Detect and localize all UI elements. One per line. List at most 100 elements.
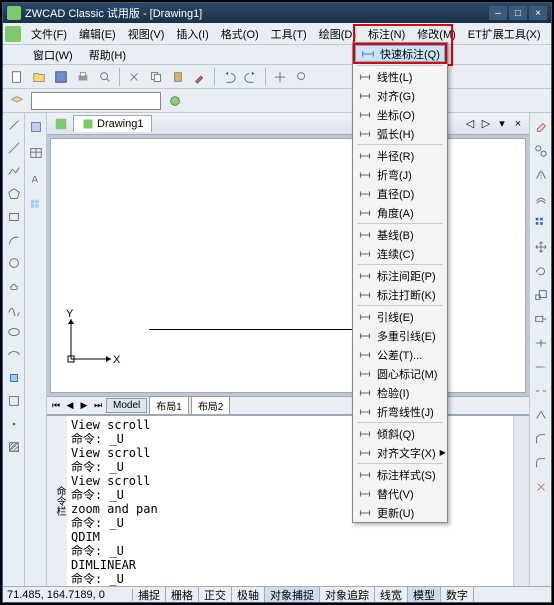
pan-button[interactable] xyxy=(270,67,290,87)
ortho-button[interactable]: 正交 xyxy=(199,587,232,602)
drawing-tab[interactable]: Drawing1 xyxy=(73,115,152,132)
erase-icon[interactable] xyxy=(531,117,551,137)
paste-button[interactable] xyxy=(168,67,188,87)
menu-window[interactable]: 窗口(W) xyxy=(25,45,81,65)
save-button[interactable] xyxy=(51,67,71,87)
extend-icon[interactable] xyxy=(531,357,551,377)
lwt-button[interactable]: 线宽 xyxy=(375,587,408,602)
menu-item[interactable]: 对齐(G) xyxy=(353,86,447,105)
zoom-button[interactable] xyxy=(292,67,312,87)
match-button[interactable] xyxy=(190,67,210,87)
menu-file[interactable]: 文件(F) xyxy=(25,24,73,44)
drawing-canvas[interactable]: X Y xyxy=(50,138,526,393)
menu-item[interactable]: 线性(L) xyxy=(353,67,447,86)
preview-button[interactable] xyxy=(95,67,115,87)
menu-item[interactable]: 直径(D) xyxy=(353,184,447,203)
line-icon[interactable] xyxy=(4,115,24,135)
scale-icon[interactable] xyxy=(531,285,551,305)
pline-icon[interactable] xyxy=(4,161,24,181)
menu-item[interactable]: 基线(B) xyxy=(353,225,447,244)
menu-item[interactable]: 连续(C) xyxy=(353,244,447,263)
chamfer-icon[interactable] xyxy=(531,429,551,449)
arc-icon[interactable] xyxy=(4,230,24,250)
copy-button[interactable] xyxy=(146,67,166,87)
menu-view[interactable]: 视图(V) xyxy=(122,24,171,44)
menu-item[interactable]: 替代(V) xyxy=(353,484,447,503)
snap-button[interactable]: 捕捉 xyxy=(133,587,166,602)
menu-insert[interactable]: 插入(I) xyxy=(170,24,214,44)
layout-tab-1[interactable]: 布局1 xyxy=(149,396,189,415)
menu-item[interactable]: 标注样式(S) xyxy=(353,465,447,484)
menu-tools[interactable]: 工具(T) xyxy=(265,24,313,44)
xline-icon[interactable] xyxy=(4,138,24,158)
explode-icon[interactable] xyxy=(531,477,551,497)
layer-combo[interactable] xyxy=(31,92,161,110)
menu-item[interactable]: 公差(T)... xyxy=(353,345,447,364)
mtext-icon[interactable]: A xyxy=(26,169,46,189)
block-icon[interactable] xyxy=(4,391,24,411)
otrack-button[interactable]: 对象追踪 xyxy=(320,587,375,602)
layer-button[interactable] xyxy=(7,91,27,111)
layout-prev-icon[interactable]: ◀ xyxy=(63,399,77,413)
copy-mod-icon[interactable] xyxy=(531,141,551,161)
new-button[interactable] xyxy=(7,67,27,87)
tab-dropdown-icon[interactable]: ▾ xyxy=(495,117,509,131)
tab-close-icon[interactable]: × xyxy=(511,117,525,131)
maximize-button[interactable]: □ xyxy=(509,6,527,20)
menu-item[interactable]: 标注间距(P) xyxy=(353,266,447,285)
menu-item[interactable]: 角度(A) xyxy=(353,203,447,222)
polygon-icon[interactable] xyxy=(4,184,24,204)
menu-format[interactable]: 格式(O) xyxy=(215,24,265,44)
menu-item[interactable]: 倾斜(Q) xyxy=(353,424,447,443)
insert-icon[interactable] xyxy=(4,368,24,388)
break-icon[interactable] xyxy=(531,381,551,401)
osnap-button[interactable]: 对象捕捉 xyxy=(265,587,320,602)
menu-item[interactable]: 引线(E) xyxy=(353,307,447,326)
tab-nav-left-icon[interactable]: ◁ xyxy=(463,117,477,131)
offset-icon[interactable] xyxy=(531,189,551,209)
menu-help[interactable]: 帮助(H) xyxy=(81,45,134,65)
close-button[interactable]: × xyxy=(529,6,547,20)
menu-item[interactable]: 标注打断(K) xyxy=(353,285,447,304)
layout-next-icon[interactable]: ▶ xyxy=(77,399,91,413)
hatch-icon[interactable] xyxy=(4,437,24,457)
menu-item[interactable]: 折弯(J) xyxy=(353,165,447,184)
rect-icon[interactable] xyxy=(4,207,24,227)
point-icon[interactable] xyxy=(4,414,24,434)
menu-item[interactable]: 坐标(O) xyxy=(353,105,447,124)
join-icon[interactable] xyxy=(531,405,551,425)
spline-icon[interactable] xyxy=(4,299,24,319)
command-scrollbar[interactable] xyxy=(513,416,529,586)
undo-button[interactable] xyxy=(219,67,239,87)
polar-button[interactable]: 极轴 xyxy=(232,587,265,602)
menu-edit[interactable]: 编辑(E) xyxy=(73,24,122,44)
menu-item[interactable]: 对齐文字(X)▶ xyxy=(353,443,447,462)
menu-item[interactable]: 圆心标记(M) xyxy=(353,364,447,383)
menu-modify[interactable]: 修改(M) xyxy=(411,24,462,44)
fillet-icon[interactable] xyxy=(531,453,551,473)
layout-tab-model[interactable]: Model xyxy=(106,398,147,413)
layout-tab-2[interactable]: 布局2 xyxy=(191,396,231,415)
cut-button[interactable] xyxy=(124,67,144,87)
revcloud-icon[interactable] xyxy=(4,276,24,296)
menu-quick-dim[interactable]: 快速标注(Q) xyxy=(355,45,445,62)
grid-button[interactable]: 栅格 xyxy=(166,587,199,602)
menu-item[interactable]: 更新(U) xyxy=(353,503,447,522)
print-button[interactable] xyxy=(73,67,93,87)
table-icon[interactable] xyxy=(26,143,46,163)
digit-button[interactable]: 数字 xyxy=(441,587,474,602)
mirror-icon[interactable] xyxy=(531,165,551,185)
layout-first-icon[interactable]: ⏮ xyxy=(49,399,63,413)
model-button[interactable]: 模型 xyxy=(408,587,441,602)
minimize-button[interactable]: – xyxy=(489,6,507,20)
stretch-icon[interactable] xyxy=(531,309,551,329)
region-icon[interactable] xyxy=(26,117,46,137)
menu-item[interactable]: 半径(R) xyxy=(353,146,447,165)
tab-nav-right-icon[interactable]: ▷ xyxy=(479,117,493,131)
grid-icon[interactable] xyxy=(26,195,46,215)
open-button[interactable] xyxy=(29,67,49,87)
menu-dimension[interactable]: 标注(N) xyxy=(362,24,411,44)
ellipse-icon[interactable] xyxy=(4,322,24,342)
rotate-icon[interactable] xyxy=(531,261,551,281)
menu-draw[interactable]: 绘图(D) xyxy=(313,24,362,44)
